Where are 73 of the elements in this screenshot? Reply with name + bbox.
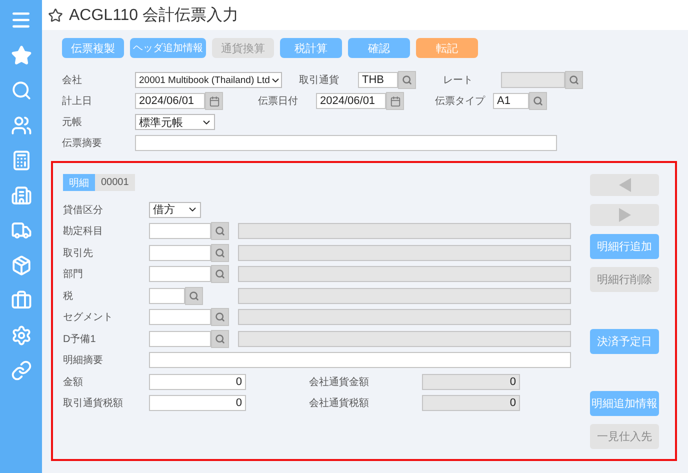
search-icon[interactable] [211, 244, 229, 262]
side-button[interactable]: 明細行追加 [590, 234, 659, 259]
lookup-field[interactable]: A1 [493, 93, 529, 109]
field-label: セグメント [63, 311, 114, 324]
side-button[interactable]: 明細追加情報 [590, 391, 659, 416]
left-triangle-icon [618, 178, 630, 192]
lookup-field[interactable] [149, 330, 211, 347]
search-icon[interactable] [398, 71, 416, 89]
field-label: 勘定科目 [63, 224, 104, 238]
search-icon[interactable] [211, 265, 229, 284]
field-label: レート [443, 74, 474, 87]
field-label: D予備1 [63, 332, 97, 346]
field-label: 明細摘要 [63, 354, 104, 368]
line-summary-field[interactable] [149, 352, 571, 368]
building-icon[interactable] [10, 185, 32, 206]
lookup-field[interactable] [149, 244, 211, 261]
field-label: 税 [63, 290, 74, 303]
amount-field[interactable]: 0 [149, 374, 246, 390]
search-icon[interactable] [211, 222, 229, 240]
toolbar-button[interactable]: 伝票複製 [62, 38, 124, 58]
detail-tab[interactable]: 明細 [63, 174, 95, 191]
calculator-icon[interactable] [10, 150, 32, 171]
field-label: 伝票日付 [258, 95, 299, 108]
debit-credit-select[interactable]: 借方 [149, 202, 201, 218]
date-field[interactable]: 2024/06/01 [135, 93, 205, 109]
amount-field: 0 [422, 395, 520, 412]
side-button[interactable]: 決済予定日 [590, 329, 659, 354]
people-icon[interactable] [10, 115, 32, 136]
search-icon[interactable] [10, 80, 32, 101]
search-icon[interactable] [185, 286, 203, 305]
settings-icon[interactable] [10, 325, 32, 346]
field-label: 会社通貨金額 [309, 376, 370, 389]
search-icon[interactable] [211, 308, 229, 326]
link-icon[interactable] [10, 360, 32, 381]
lookup-field[interactable] [149, 288, 185, 304]
amount-field[interactable]: 0 [149, 395, 246, 412]
field-label: 取引通貨税額 [63, 396, 124, 410]
lookup-field[interactable] [149, 266, 211, 282]
toolbar-button[interactable]: ヘッダ追加情報 [130, 38, 206, 58]
toolbar-button[interactable]: 確認 [348, 38, 410, 58]
field-label: 部門 [63, 268, 84, 282]
date-field[interactable]: 2024/06/01 [316, 93, 386, 109]
star-icon[interactable] [48, 8, 63, 22]
toolbar-button[interactable]: 転記 [416, 38, 478, 58]
field-label: 伝票摘要 [62, 136, 103, 150]
briefcase-icon[interactable] [10, 290, 32, 311]
lookup-field[interactable] [149, 223, 211, 240]
truck-icon[interactable] [10, 220, 32, 241]
summary-field[interactable] [135, 135, 557, 151]
field-label: 金額 [63, 376, 84, 389]
calendar-icon[interactable] [386, 92, 404, 110]
lookup-field[interactable] [149, 309, 211, 326]
field-label: 会社通貨税額 [309, 396, 370, 410]
search-icon[interactable] [211, 330, 229, 348]
field-label: 貸借区分 [63, 204, 104, 217]
right-triangle-icon [618, 208, 630, 222]
detail-tab[interactable]: 00001 [95, 174, 135, 191]
search-icon[interactable] [529, 92, 547, 110]
company-select[interactable]: 20001 Multibook (Thailand) Ltd [135, 72, 282, 88]
field-label: 取引通貨 [299, 74, 340, 87]
calendar-icon[interactable] [205, 92, 223, 110]
field-label: 取引先 [63, 246, 94, 260]
package-icon[interactable] [10, 255, 32, 276]
toolbar-button[interactable]: 税計算 [280, 38, 342, 58]
lookup-field[interactable]: THB [358, 72, 398, 88]
page-title: ACGL110 会計伝票入力 [69, 6, 239, 26]
field-label: 伝票タイプ [435, 94, 486, 108]
ledger-select[interactable]: 標準元帳 [135, 114, 215, 130]
field-label: 会社 [62, 74, 83, 87]
field-label: 元帳 [62, 116, 83, 129]
search-icon[interactable] [565, 71, 583, 89]
amount-field: 0 [422, 374, 520, 390]
field-label: 計上日 [62, 94, 93, 108]
